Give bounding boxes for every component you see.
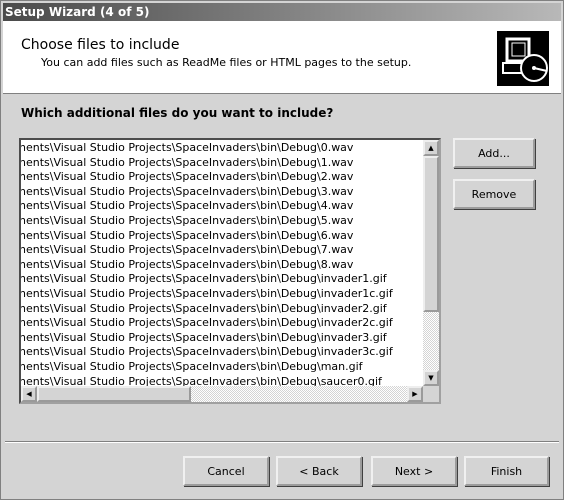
file-list-item[interactable]: nents\Visual Studio Projects\SpaceInvade… — [21, 302, 423, 317]
setup-wizard-window: Setup Wizard (4 of 5) Choose files to in… — [0, 0, 564, 500]
files-listbox[interactable]: nents\Visual Studio Projects\SpaceInvade… — [19, 138, 441, 404]
cancel-button[interactable]: Cancel — [183, 456, 269, 486]
file-list-item[interactable]: nents\Visual Studio Projects\SpaceInvade… — [21, 258, 423, 273]
scroll-right-button[interactable]: ▶ — [407, 386, 423, 402]
file-list-item[interactable]: nents\Visual Studio Projects\SpaceInvade… — [21, 214, 423, 229]
divider — [5, 441, 559, 443]
file-list-item[interactable]: nents\Visual Studio Projects\SpaceInvade… — [21, 272, 423, 287]
file-list-item[interactable]: nents\Visual Studio Projects\SpaceInvade… — [21, 360, 423, 375]
add-button[interactable]: Add... — [453, 138, 535, 168]
file-list-item[interactable]: nents\Visual Studio Projects\SpaceInvade… — [21, 170, 423, 185]
file-list-item[interactable]: nents\Visual Studio Projects\SpaceInvade… — [21, 199, 423, 214]
vertical-scroll-thumb[interactable] — [423, 156, 439, 312]
horizontal-scroll-thumb[interactable] — [37, 386, 191, 402]
page-subtitle: You can add files such as ReadMe files o… — [41, 56, 412, 69]
file-list-item[interactable]: nents\Visual Studio Projects\SpaceInvade… — [21, 156, 423, 171]
next-button[interactable]: Next > — [371, 456, 457, 486]
scroll-left-button[interactable]: ◀ — [21, 386, 37, 402]
computer-disk-icon — [497, 31, 549, 86]
scroll-down-button[interactable]: ▼ — [423, 370, 439, 386]
file-list-item[interactable]: nents\Visual Studio Projects\SpaceInvade… — [21, 243, 423, 258]
file-list-item[interactable]: nents\Visual Studio Projects\SpaceInvade… — [21, 287, 423, 302]
title-bar: Setup Wizard (4 of 5) — [3, 3, 561, 21]
page-title: Choose files to include — [21, 37, 180, 53]
back-button[interactable]: < Back — [276, 456, 362, 486]
scrollbar-corner — [423, 386, 439, 402]
scroll-up-button[interactable]: ▲ — [423, 140, 439, 156]
file-list-item[interactable]: nents\Visual Studio Projects\SpaceInvade… — [21, 185, 423, 200]
finish-button[interactable]: Finish — [464, 456, 549, 486]
wizard-header: Choose files to include You can add file… — [3, 21, 561, 94]
file-list-item[interactable]: nents\Visual Studio Projects\SpaceInvade… — [21, 345, 423, 360]
horizontal-scrollbar[interactable]: ◀ ▶ — [21, 386, 423, 402]
file-list-item[interactable]: nents\Visual Studio Projects\SpaceInvade… — [21, 229, 423, 244]
remove-button[interactable]: Remove — [453, 179, 535, 209]
file-list-item[interactable]: nents\Visual Studio Projects\SpaceInvade… — [21, 316, 423, 331]
file-list-item[interactable]: nents\Visual Studio Projects\SpaceInvade… — [21, 331, 423, 346]
file-list: nents\Visual Studio Projects\SpaceInvade… — [21, 141, 423, 387]
file-list-item[interactable]: nents\Visual Studio Projects\SpaceInvade… — [21, 141, 423, 156]
question-label: Which additional files do you want to in… — [21, 106, 334, 120]
vertical-scrollbar[interactable]: ▲ ▼ — [423, 140, 439, 386]
